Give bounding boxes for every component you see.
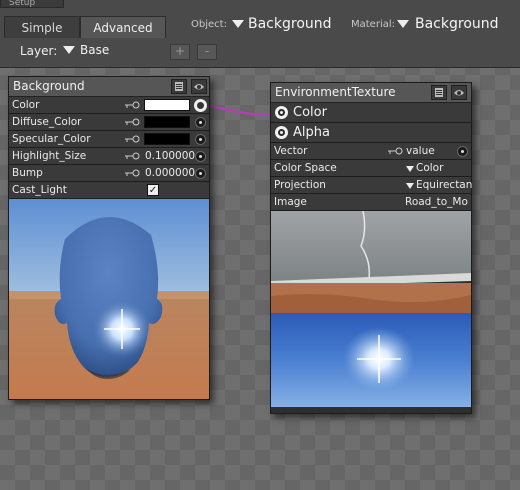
list-icon[interactable] bbox=[431, 85, 447, 100]
texture-preview bbox=[271, 211, 471, 407]
plug-icon[interactable] bbox=[457, 146, 468, 157]
dropdown-triangle-icon[interactable] bbox=[406, 183, 414, 189]
material-preview bbox=[9, 199, 209, 399]
output-alpha[interactable]: Alpha bbox=[271, 123, 471, 143]
checkmark-icon[interactable]: ✓ bbox=[147, 184, 159, 196]
param-value[interactable]: value bbox=[406, 145, 435, 157]
param-row-cast-light[interactable]: Cast_Light ✓ bbox=[9, 182, 209, 199]
color-swatch-black[interactable] bbox=[144, 116, 190, 128]
param-row-highlight-size[interactable]: Highlight_Size 0.100000 bbox=[9, 148, 209, 165]
param-row-projection[interactable]: Projection Equirectan bbox=[271, 177, 472, 194]
plug-icon[interactable] bbox=[275, 126, 288, 139]
param-value[interactable]: Road_to_Mo bbox=[405, 196, 468, 208]
key-icon[interactable] bbox=[123, 151, 141, 161]
list-icon[interactable] bbox=[171, 79, 187, 94]
dropdown-triangle-icon[interactable] bbox=[406, 166, 414, 172]
key-icon[interactable] bbox=[123, 100, 141, 110]
plug-icon[interactable] bbox=[275, 106, 288, 119]
param-label: Image bbox=[274, 196, 307, 208]
param-label: Cast_Light bbox=[12, 184, 67, 196]
param-row-image[interactable]: Image Road_to_Mo bbox=[271, 194, 471, 211]
output-label: Alpha bbox=[293, 125, 330, 140]
plug-icon[interactable] bbox=[195, 134, 206, 145]
plug-icon[interactable] bbox=[195, 151, 206, 162]
param-label: Color bbox=[12, 99, 40, 111]
param-value[interactable]: Equirectan bbox=[416, 179, 472, 191]
param-label: Projection bbox=[274, 179, 326, 191]
plug-icon[interactable] bbox=[195, 117, 206, 128]
param-row-vector[interactable]: Vector value bbox=[271, 143, 471, 160]
node-title: EnvironmentTexture bbox=[275, 85, 396, 99]
environment-texture-node[interactable]: EnvironmentTexture Color Alpha Vector va… bbox=[270, 82, 472, 414]
color-swatch-black[interactable] bbox=[144, 133, 190, 145]
param-label: Vector bbox=[274, 145, 308, 157]
param-value[interactable]: Color bbox=[416, 162, 443, 174]
param-label: Highlight_Size bbox=[12, 150, 87, 162]
param-value[interactable]: 0.000000 bbox=[145, 167, 195, 179]
plug-icon[interactable] bbox=[195, 168, 206, 179]
param-label: Specular_Color bbox=[12, 133, 91, 145]
background-node[interactable]: Background Color Diffuse_Color Specular_… bbox=[8, 76, 210, 400]
eye-icon[interactable] bbox=[451, 85, 467, 100]
param-label: Diffuse_Color bbox=[12, 116, 82, 128]
key-icon[interactable] bbox=[123, 168, 141, 178]
output-color[interactable]: Color bbox=[271, 103, 471, 123]
key-icon[interactable] bbox=[123, 134, 141, 144]
node-title: Background bbox=[13, 79, 85, 93]
node-header[interactable]: EnvironmentTexture bbox=[271, 83, 471, 103]
eye-icon[interactable] bbox=[191, 79, 207, 94]
key-icon[interactable] bbox=[386, 146, 404, 156]
color-swatch-white[interactable] bbox=[144, 99, 190, 111]
param-row-specular-color[interactable]: Specular_Color bbox=[9, 131, 209, 148]
plug-icon[interactable] bbox=[194, 99, 207, 112]
param-label: Color Space bbox=[274, 162, 337, 174]
param-row-bump[interactable]: Bump 0.000000 bbox=[9, 165, 209, 182]
param-row-color[interactable]: Color bbox=[9, 97, 209, 114]
param-value[interactable]: 0.100000 bbox=[145, 150, 195, 162]
node-header[interactable]: Background bbox=[9, 77, 209, 97]
param-row-color-space[interactable]: Color Space Color bbox=[271, 160, 471, 177]
param-row-diffuse-color[interactable]: Diffuse_Color bbox=[9, 114, 209, 131]
output-label: Color bbox=[293, 105, 327, 120]
key-icon[interactable] bbox=[123, 117, 141, 127]
param-label: Bump bbox=[12, 167, 43, 179]
